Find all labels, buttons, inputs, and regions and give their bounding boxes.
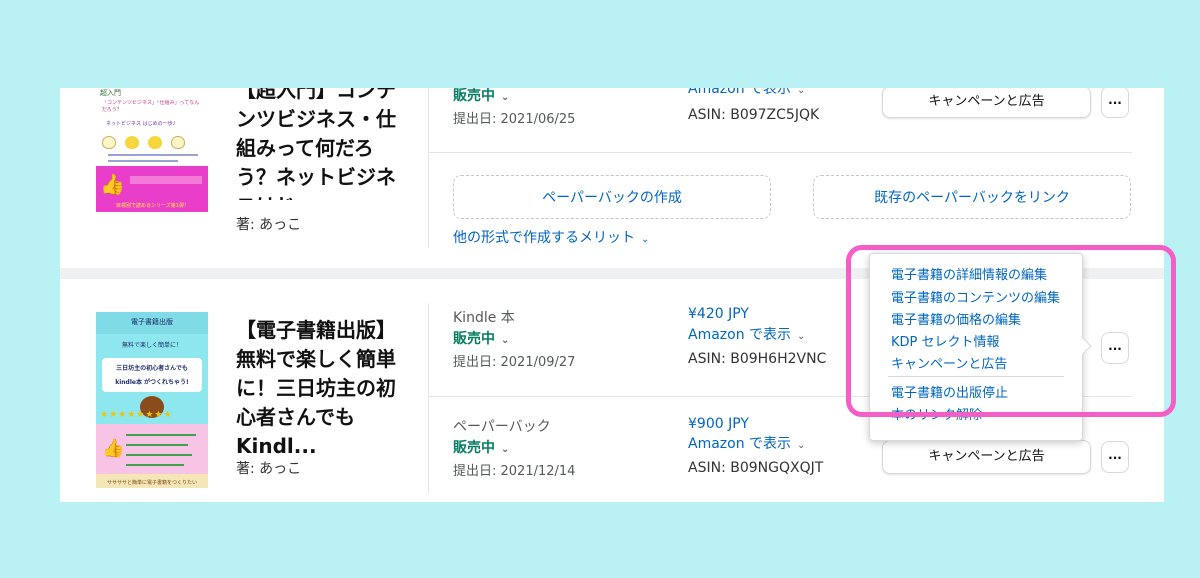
ebook-actions-dropdown: 電子書籍の詳細情報の編集 電子書籍のコンテンツの編集 電子書籍の価格の編集 KD…	[869, 253, 1083, 441]
book-title-2[interactable]: 【電子書籍出版】無料で楽しく簡単に！三日坊主の初心者さんでもKindl...	[236, 316, 406, 461]
cover-net-business: ネットビジネス はじめの一歩♪	[106, 121, 176, 127]
cover-bottom-text: 目標別で読めるシリーズ第1弾！	[116, 203, 189, 209]
paperback-format-label: ペーパーバック	[453, 419, 551, 435]
chevron-down-icon[interactable]: ⌄	[641, 234, 649, 245]
kindle-asin: ASIN: B09H6H2VNC	[688, 351, 827, 367]
menu-kdp-select-info[interactable]: KDP セレクト情報	[891, 331, 1000, 350]
cover-eggs	[102, 134, 202, 149]
chevron-down-icon[interactable]: ⌄	[501, 92, 509, 103]
cover-subtitle: 「コンテンツビジネス」「仕組み」ってなんだろう？	[102, 100, 200, 113]
chevron-down-icon[interactable]: ⌄	[797, 331, 805, 342]
kindle-format-label: Kindle 本	[453, 310, 515, 326]
other-format-merits-link[interactable]: 他の形式で作成するメリット ⌄	[453, 227, 649, 247]
cover-bottom-text: ササササと簡単に電子書籍をつくりたい	[106, 480, 197, 486]
book-title-1[interactable]: 【超入門】コンテンツビジネス・仕組みって何だろう？ネットビジネスはじ...	[236, 88, 408, 200]
thumbs-up-icon: 👍	[100, 172, 125, 196]
chevron-down-icon[interactable]: ⌄	[797, 440, 805, 451]
kindle-amazon-link[interactable]: Amazon で表示 ⌄	[688, 324, 805, 344]
create-paperback-button[interactable]: ペーパーバックの作成	[453, 175, 771, 219]
cover-top-label: 電子書籍出版	[131, 318, 173, 326]
book-author-1: 著: あっこ	[236, 217, 302, 233]
book-author-2: 著: あっこ	[236, 461, 302, 477]
chevron-down-icon[interactable]: ⌄	[501, 444, 509, 455]
ebook-submit-date-1: 提出日: 2021/06/25	[453, 112, 576, 127]
link-existing-paperback-button[interactable]: 既存のペーパーバックをリンク	[813, 175, 1131, 219]
paperback-asin: ASIN: B09NGQXQJT	[688, 460, 824, 476]
campaign-ads-button-2[interactable]: キャンペーンと広告	[882, 440, 1091, 474]
more-options-button-1[interactable]: ...	[1101, 88, 1129, 118]
paperback-amazon-link[interactable]: Amazon で表示 ⌄	[688, 433, 805, 453]
ebook-asin-1: ASIN: B097ZC5JQK	[688, 107, 820, 123]
campaign-ads-button-1[interactable]: キャンペーンと広告	[882, 88, 1091, 118]
cover-subtitle: 無料で楽しく簡単に！	[121, 342, 182, 349]
kindle-submit-date: 提出日: 2021/09/27	[453, 355, 576, 370]
book-cover-1[interactable]: 超入門 「コンテンツビジネス」「仕組み」ってなんだろう？ ネットビジネス はじめ…	[96, 88, 208, 212]
paperback-submit-date: 提出日: 2021/12/14	[453, 464, 576, 479]
more-options-button-3[interactable]: ...	[1101, 441, 1129, 473]
book-cover-2[interactable]: 電子書籍出版 無料で楽しく簡単に！ 三日坊主の初心者さんでも kindle本 が…	[96, 312, 208, 488]
kindle-status: 販売中 ⌄	[453, 331, 510, 347]
thumbs-up-icon: 👍	[102, 438, 125, 459]
menu-divider	[888, 376, 1064, 377]
cover-pink-area: 👍	[96, 424, 208, 474]
menu-edit-ebook-content[interactable]: 電子書籍のコンテンツの編集	[891, 287, 1060, 306]
star-icon: ★★★★★★★★	[100, 410, 173, 420]
cover-title-box: 三日坊主の初心者さんでも kindle本 がつくれちゃう!	[102, 358, 202, 392]
menu-edit-ebook-details[interactable]: 電子書籍の詳細情報の編集	[891, 264, 1047, 283]
menu-unlink-book[interactable]: 本のリンク解除	[891, 404, 982, 423]
paperback-status: 販売中 ⌄	[453, 440, 510, 456]
cover-series-label: 超入門	[100, 89, 121, 97]
ebook-amazon-link-1[interactable]: Amazon で表示 ⌄	[688, 88, 805, 98]
menu-campaigns-ads[interactable]: キャンペーンと広告	[891, 353, 1007, 372]
menu-edit-ebook-pricing[interactable]: 電子書籍の価格の編集	[891, 309, 1021, 328]
chevron-down-icon[interactable]: ⌄	[501, 335, 509, 346]
paperback-price: ¥900 JPY	[688, 416, 749, 432]
kindle-price: ¥420 JPY	[688, 306, 749, 322]
menu-unpublish-ebook[interactable]: 電子書籍の出版停止	[891, 382, 1008, 401]
chevron-down-icon[interactable]: ⌄	[797, 88, 805, 96]
more-options-button-2[interactable]: ...	[1101, 332, 1129, 364]
ebook-status-1: 販売中 ⌄	[453, 88, 510, 104]
